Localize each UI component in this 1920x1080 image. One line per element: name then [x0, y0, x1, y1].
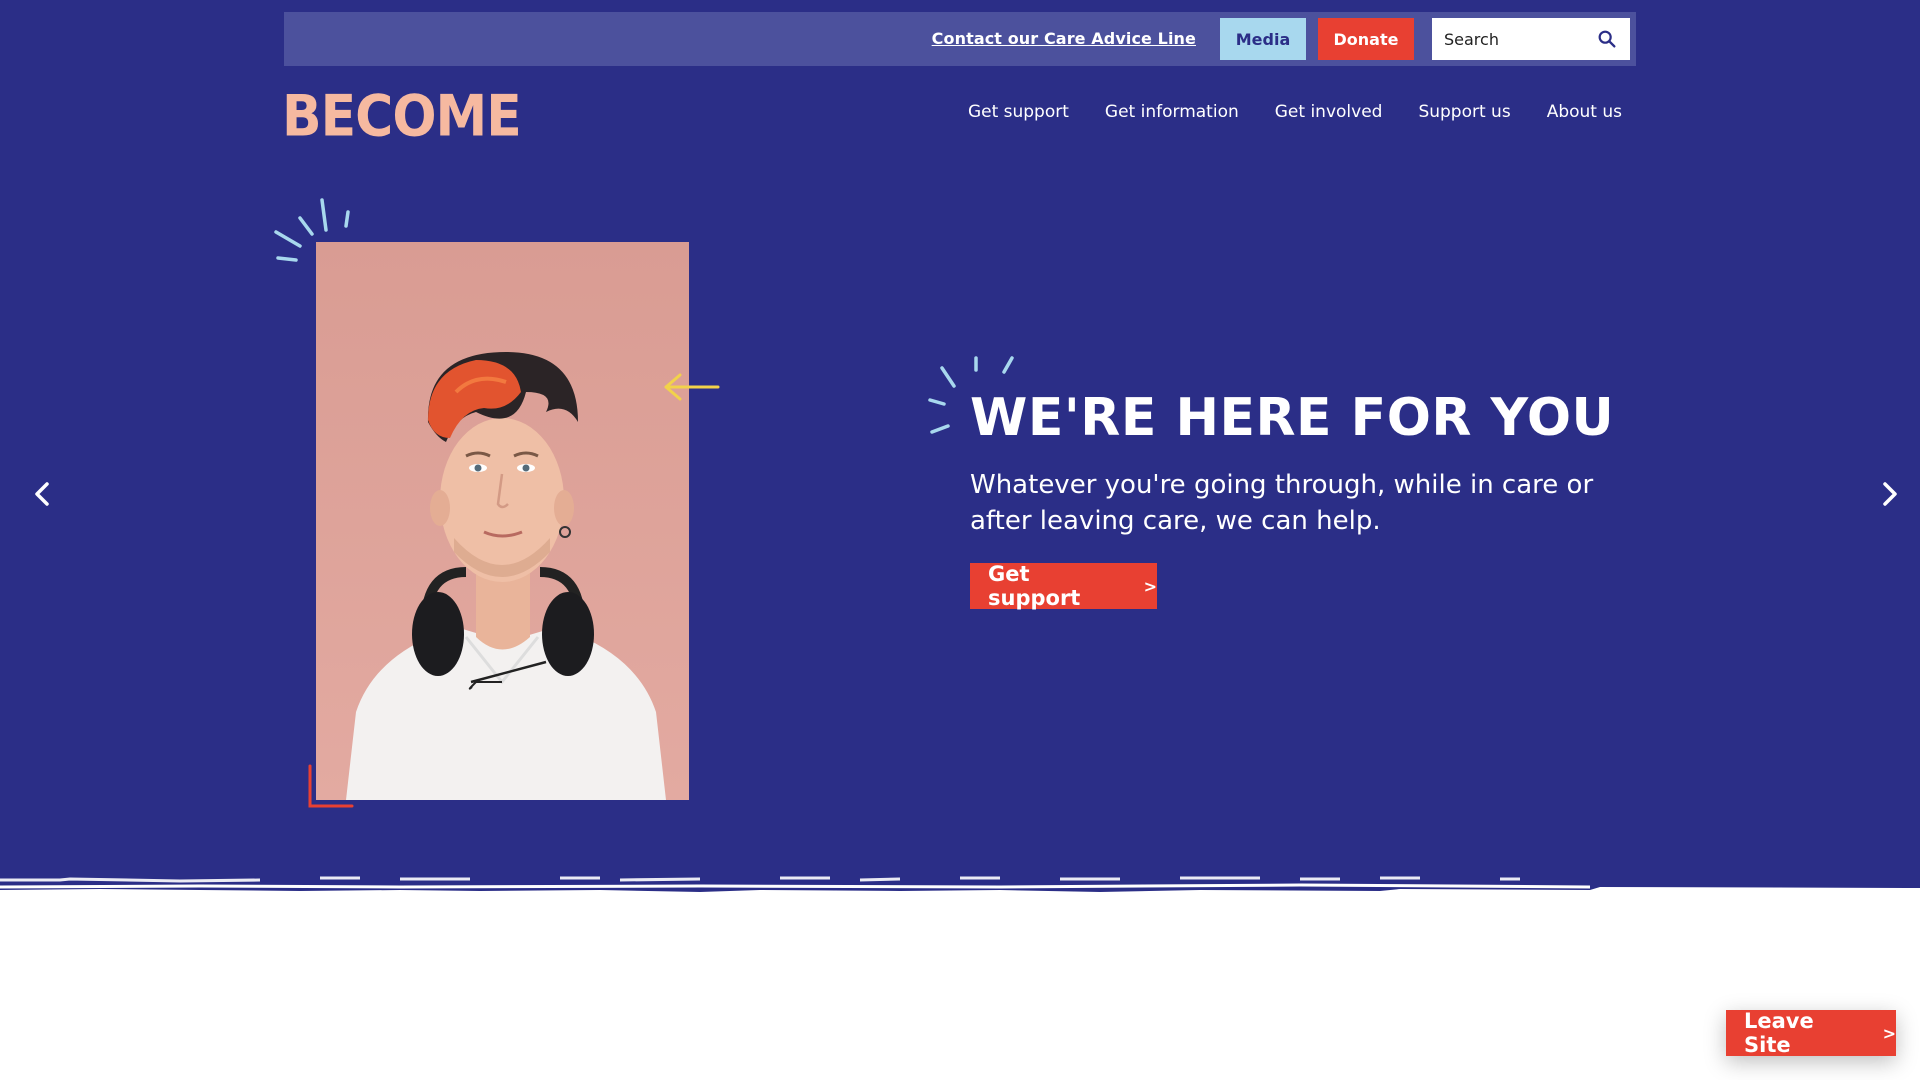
chevron-right-icon: >: [1143, 576, 1157, 596]
leave-site-label: Leave Site: [1744, 1009, 1814, 1057]
hero-photo: [316, 242, 689, 800]
hero-heading: WE'RE HERE FOR YOU: [970, 388, 1615, 448]
nav-item-support-us[interactable]: Support us: [1418, 102, 1510, 122]
hero-subheading: Whatever you're going through, while in …: [970, 470, 1594, 536]
main-nav: Get support Get information Get involved…: [932, 102, 1622, 122]
nav-item-get-involved[interactable]: Get involved: [1275, 102, 1383, 122]
search-box: [1432, 18, 1630, 60]
utility-bar: Contact our Care Advice Line Media Donat…: [284, 12, 1636, 66]
donate-button[interactable]: Donate: [1318, 18, 1414, 60]
nav-item-get-support[interactable]: Get support: [968, 102, 1069, 122]
arrow-left-decoration: [664, 373, 720, 401]
media-button[interactable]: Media: [1220, 18, 1306, 60]
nav-item-about-us[interactable]: About us: [1547, 102, 1622, 122]
get-support-button[interactable]: Get support >: [970, 562, 1157, 610]
chevron-left-icon[interactable]: [28, 478, 56, 510]
care-advice-line-link[interactable]: Contact our Care Advice Line: [932, 29, 1196, 48]
nav-item-get-information[interactable]: Get information: [1105, 102, 1239, 122]
get-support-button-label: Get support: [988, 562, 1081, 610]
corner-bracket-decoration: [308, 764, 354, 808]
torn-paper-edge: [0, 860, 1920, 892]
search-icon[interactable]: [1596, 28, 1618, 50]
page: Contact our Care Advice Line Media Donat…: [0, 0, 1920, 1080]
search-input[interactable]: [1432, 18, 1594, 60]
leave-site-button[interactable]: Leave Site >: [1726, 1009, 1896, 1057]
become-logo[interactable]: BECOME: [282, 84, 522, 150]
chevron-right-icon: >: [1882, 1023, 1896, 1043]
chevron-right-icon[interactable]: [1876, 478, 1904, 510]
